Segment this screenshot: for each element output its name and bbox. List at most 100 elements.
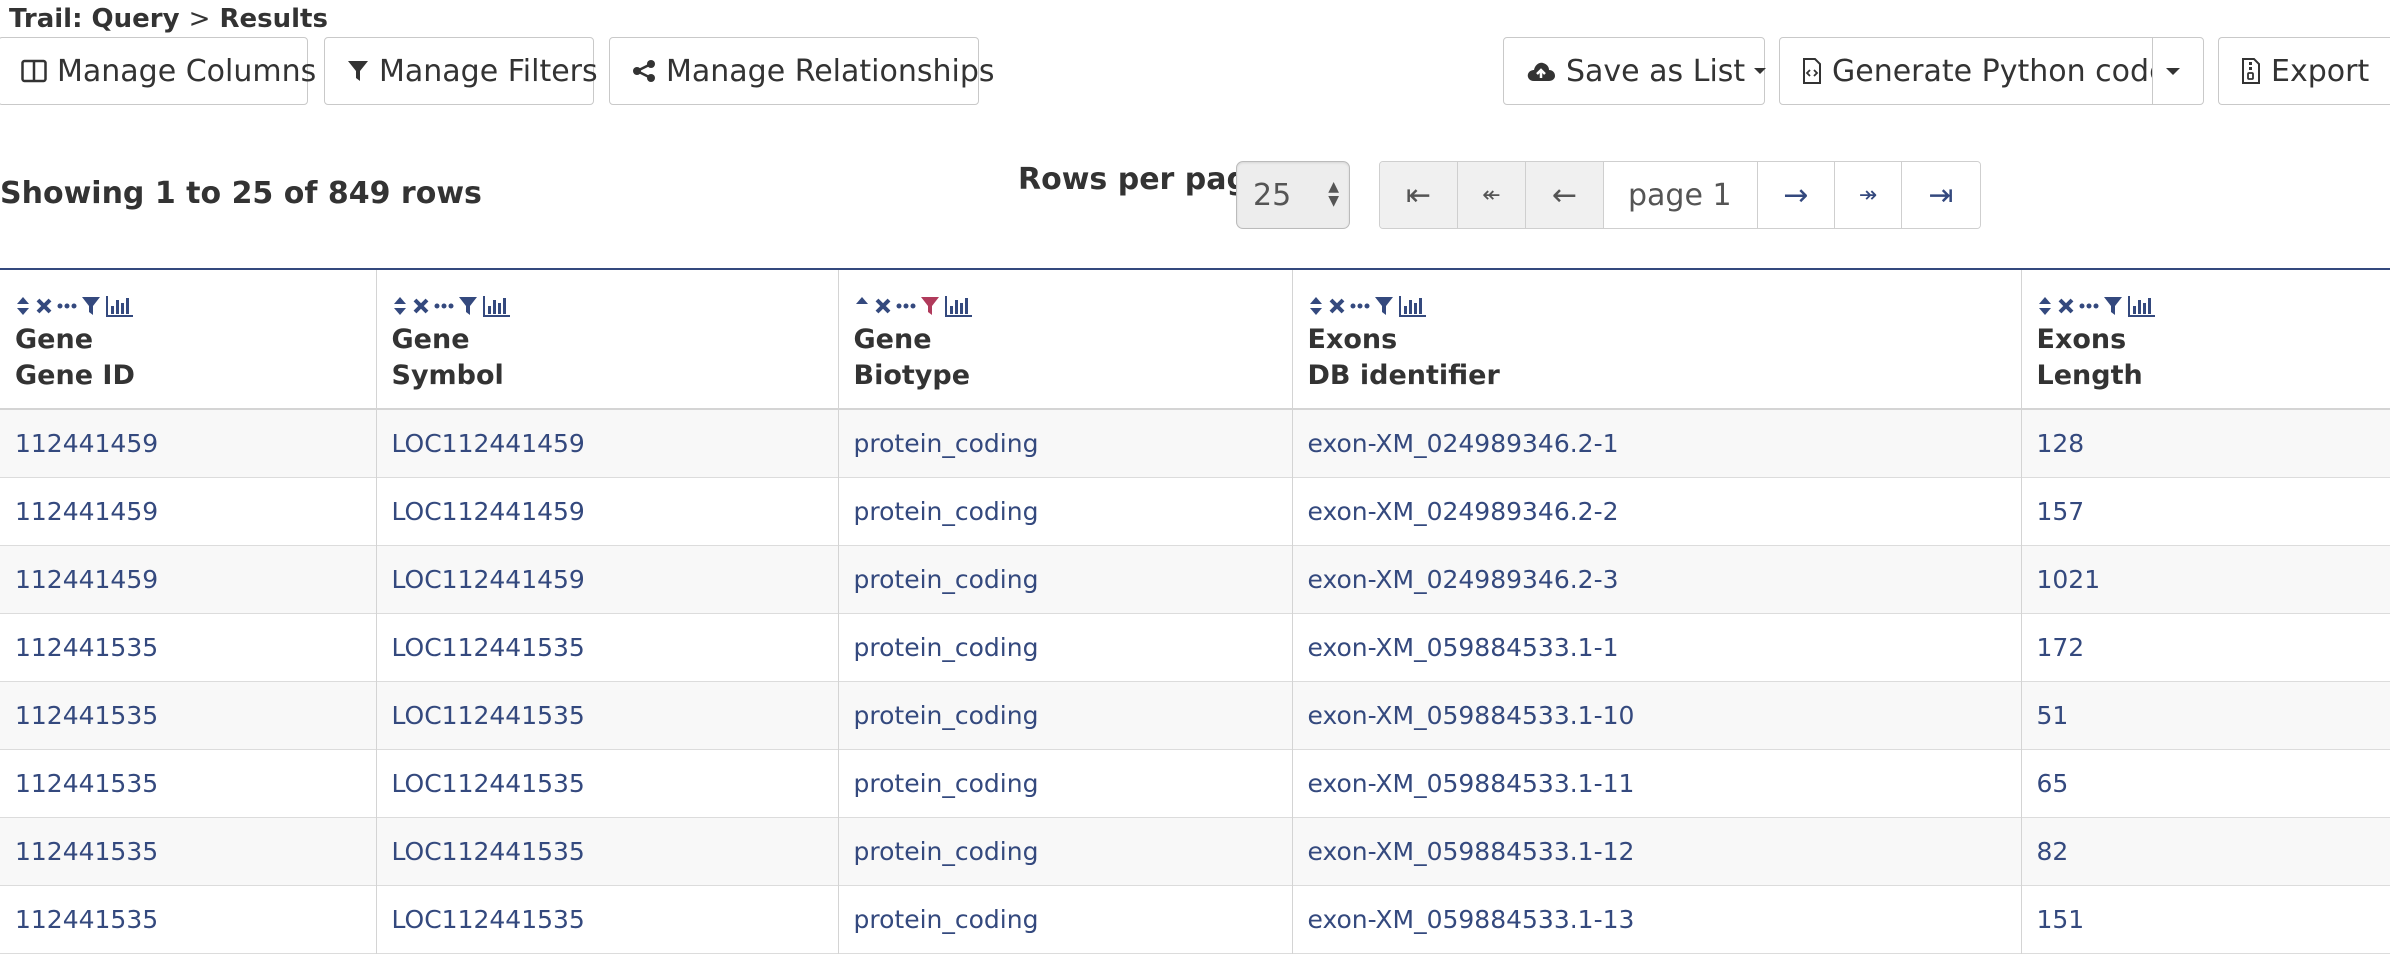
gene-id-cell[interactable]: 112441459 bbox=[0, 409, 376, 477]
remove-column-icon[interactable] bbox=[874, 295, 892, 317]
first-page-button[interactable]: ⇤ bbox=[1380, 162, 1458, 228]
filter-icon[interactable] bbox=[458, 294, 478, 318]
gene-symbol-cell[interactable]: LOC112441535 bbox=[376, 681, 838, 749]
gene-symbol-cell[interactable]: LOC112441459 bbox=[376, 409, 838, 477]
sort-icon[interactable] bbox=[1308, 294, 1324, 318]
bar-chart-icon[interactable] bbox=[1398, 294, 1428, 318]
generate-code-dropdown-button[interactable] bbox=[2152, 37, 2204, 105]
page-input[interactable]: page 1 bbox=[1604, 162, 1758, 228]
sort-icon[interactable] bbox=[392, 294, 408, 318]
exon-length-cell[interactable]: 1021 bbox=[2021, 545, 2390, 613]
exon-length-cell[interactable]: 65 bbox=[2021, 749, 2390, 817]
column-tools bbox=[392, 292, 838, 320]
gene-symbol-cell[interactable]: LOC112441535 bbox=[376, 613, 838, 681]
exon-length-cell[interactable]: 51 bbox=[2021, 681, 2390, 749]
generate-python-button[interactable]: Generate Python code bbox=[1779, 37, 2153, 105]
manage-relationships-button[interactable]: Manage Relationships bbox=[609, 37, 979, 105]
results-table: GeneGene IDGeneSymbolGeneBiotypeExonsDB … bbox=[0, 268, 2390, 954]
column-header: GeneBiotype bbox=[838, 269, 1292, 409]
filter-icon[interactable] bbox=[920, 294, 940, 318]
gene-symbol-cell[interactable]: LOC112441535 bbox=[376, 885, 838, 953]
back-many-button[interactable]: ↞ bbox=[1458, 162, 1526, 228]
save-as-list-button[interactable]: Save as List bbox=[1503, 37, 1765, 105]
remove-column-icon[interactable] bbox=[1328, 295, 1346, 317]
exon-length-cell[interactable]: 172 bbox=[2021, 613, 2390, 681]
pagination: ⇤ ↞ ← page 1 → ↠ ⇥ bbox=[1379, 161, 1981, 229]
manage-filters-button[interactable]: Manage Filters bbox=[324, 37, 594, 105]
exon-identifier-cell[interactable]: exon-XM_024989346.2-2 bbox=[1292, 477, 2021, 545]
rows-per-page-value: 25 bbox=[1253, 178, 1291, 213]
table-body: 112441459LOC112441459protein_codingexon-… bbox=[0, 409, 2390, 953]
exon-length-cell[interactable]: 157 bbox=[2021, 477, 2390, 545]
manage-filters-label: Manage Filters bbox=[379, 54, 598, 89]
gene-symbol-cell[interactable]: LOC112441459 bbox=[376, 477, 838, 545]
exon-identifier-cell[interactable]: exon-XM_059884533.1-13 bbox=[1292, 885, 2021, 953]
filter-icon[interactable] bbox=[1374, 294, 1394, 318]
gene-id-cell[interactable]: 112441535 bbox=[0, 817, 376, 885]
exon-identifier-cell[interactable]: exon-XM_024989346.2-3 bbox=[1292, 545, 2021, 613]
gene-biotype-cell[interactable]: protein_coding bbox=[838, 885, 1292, 953]
bar-chart-icon[interactable] bbox=[482, 294, 512, 318]
column-header-field: Gene ID bbox=[15, 358, 376, 394]
table-row: 112441459LOC112441459protein_codingexon-… bbox=[0, 545, 2390, 613]
more-options-icon[interactable] bbox=[434, 295, 454, 317]
more-options-icon[interactable] bbox=[1350, 295, 1370, 317]
gene-biotype-cell[interactable]: protein_coding bbox=[838, 681, 1292, 749]
exon-identifier-cell[interactable]: exon-XM_059884533.1-12 bbox=[1292, 817, 2021, 885]
export-button[interactable]: Export bbox=[2218, 37, 2390, 105]
gene-biotype-cell[interactable]: protein_coding bbox=[838, 749, 1292, 817]
generate-python-label: Generate Python code bbox=[1832, 54, 2168, 89]
column-tools bbox=[15, 292, 376, 320]
rows-per-page-select[interactable]: 25 ▲▼ bbox=[1236, 161, 1350, 229]
next-page-button[interactable]: → bbox=[1758, 162, 1835, 228]
cloud-upload-icon bbox=[1526, 59, 1556, 83]
column-header: ExonsDB identifier bbox=[1292, 269, 2021, 409]
forward-many-button[interactable]: ↠ bbox=[1835, 162, 1902, 228]
sort-icon[interactable] bbox=[2037, 294, 2053, 318]
gene-biotype-cell[interactable]: protein_coding bbox=[838, 613, 1292, 681]
remove-column-icon[interactable] bbox=[35, 295, 53, 317]
gene-id-cell[interactable]: 112441459 bbox=[0, 545, 376, 613]
gene-symbol-cell[interactable]: LOC112441459 bbox=[376, 545, 838, 613]
exon-identifier-cell[interactable]: exon-XM_059884533.1-11 bbox=[1292, 749, 2021, 817]
remove-column-icon[interactable] bbox=[412, 295, 430, 317]
filter-icon[interactable] bbox=[81, 294, 101, 318]
exon-length-cell[interactable]: 151 bbox=[2021, 885, 2390, 953]
exon-identifier-cell[interactable]: exon-XM_059884533.1-10 bbox=[1292, 681, 2021, 749]
bar-chart-icon[interactable] bbox=[105, 294, 135, 318]
more-options-icon[interactable] bbox=[57, 295, 77, 317]
gene-symbol-cell[interactable]: LOC112441535 bbox=[376, 817, 838, 885]
breadcrumb-separator: > bbox=[189, 4, 211, 34]
gene-id-cell[interactable]: 112441535 bbox=[0, 613, 376, 681]
more-options-icon[interactable] bbox=[896, 295, 916, 317]
table-row: 112441459LOC112441459protein_codingexon-… bbox=[0, 409, 2390, 477]
exon-length-cell[interactable]: 82 bbox=[2021, 817, 2390, 885]
sort-icon[interactable] bbox=[15, 294, 31, 318]
gene-biotype-cell[interactable]: protein_coding bbox=[838, 817, 1292, 885]
gene-biotype-cell[interactable]: protein_coding bbox=[838, 545, 1292, 613]
gene-symbol-cell[interactable]: LOC112441535 bbox=[376, 749, 838, 817]
gene-id-cell[interactable]: 112441535 bbox=[0, 885, 376, 953]
manage-columns-button[interactable]: Manage Columns bbox=[0, 37, 308, 105]
sort-asc-icon[interactable] bbox=[854, 294, 870, 318]
gene-biotype-cell[interactable]: protein_coding bbox=[838, 409, 1292, 477]
filter-icon[interactable] bbox=[2103, 294, 2123, 318]
select-arrows-icon: ▲▼ bbox=[1328, 180, 1339, 208]
exon-identifier-cell[interactable]: exon-XM_059884533.1-1 bbox=[1292, 613, 2021, 681]
gene-id-cell[interactable]: 112441535 bbox=[0, 749, 376, 817]
more-options-icon[interactable] bbox=[2079, 295, 2099, 317]
bar-chart-icon[interactable] bbox=[2127, 294, 2157, 318]
breadcrumb-query[interactable]: Query bbox=[92, 4, 180, 34]
previous-page-button[interactable]: ← bbox=[1526, 162, 1604, 228]
last-page-button[interactable]: ⇥ bbox=[1902, 162, 1980, 228]
column-tools bbox=[854, 292, 1292, 320]
file-code-icon bbox=[1802, 58, 1822, 84]
gene-id-cell[interactable]: 112441459 bbox=[0, 477, 376, 545]
bar-chart-icon[interactable] bbox=[944, 294, 974, 318]
table-row: 112441535LOC112441535protein_codingexon-… bbox=[0, 681, 2390, 749]
remove-column-icon[interactable] bbox=[2057, 295, 2075, 317]
gene-biotype-cell[interactable]: protein_coding bbox=[838, 477, 1292, 545]
gene-id-cell[interactable]: 112441535 bbox=[0, 681, 376, 749]
exon-identifier-cell[interactable]: exon-XM_024989346.2-1 bbox=[1292, 409, 2021, 477]
exon-length-cell[interactable]: 128 bbox=[2021, 409, 2390, 477]
